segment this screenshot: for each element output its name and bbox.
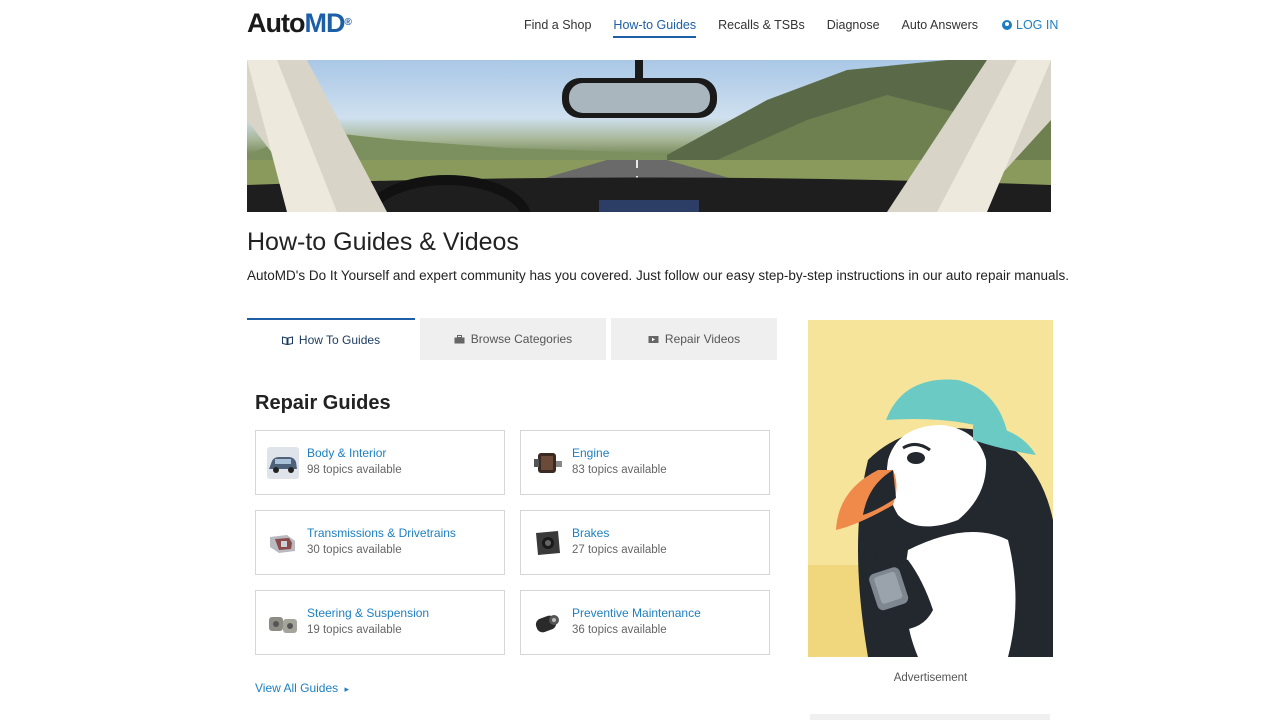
automd-logo[interactable]: AutoMD® bbox=[247, 8, 352, 38]
advertisement-banner[interactable] bbox=[808, 320, 1053, 657]
repair-guides-title: Repair Guides bbox=[255, 392, 391, 414]
book-icon bbox=[281, 335, 293, 345]
transmission-icon bbox=[267, 527, 299, 559]
view-all-guides-link[interactable]: View All Guides ▸ bbox=[255, 681, 349, 695]
tab-repair-videos[interactable]: Repair Videos bbox=[611, 318, 777, 360]
site-header: AutoMD® Find a Shop How-to Guides Recall… bbox=[0, 0, 1280, 52]
filter-icon bbox=[532, 607, 564, 639]
nav-find-a-shop[interactable]: Find a Shop bbox=[524, 18, 591, 38]
car-body-icon bbox=[267, 447, 299, 479]
hero-banner-image bbox=[247, 60, 1051, 212]
guide-card-body-interior[interactable]: Body & Interior 98 topics available bbox=[255, 430, 505, 495]
main-nav: Find a Shop How-to Guides Recalls & TSBs… bbox=[524, 18, 1000, 38]
guide-card-engine[interactable]: Engine 83 topics available bbox=[520, 430, 770, 495]
video-icon bbox=[648, 335, 659, 343]
nav-recalls-tsbs[interactable]: Recalls & TSBs bbox=[718, 18, 805, 38]
page-title: How-to Guides & Videos bbox=[247, 228, 519, 256]
login-label: LOG IN bbox=[1016, 18, 1059, 32]
guide-card-brakes[interactable]: Brakes 27 topics available bbox=[520, 510, 770, 575]
windshield-road-illustration bbox=[247, 60, 1051, 212]
toolbox-icon bbox=[454, 334, 465, 343]
guide-tabs: How To Guides Browse Categories Repair V… bbox=[247, 318, 777, 360]
puffin-illustration bbox=[808, 320, 1053, 657]
login-button[interactable]: LOG IN bbox=[1002, 18, 1058, 32]
guide-card-transmissions[interactable]: Transmissions & Drivetrains 30 topics av… bbox=[255, 510, 505, 575]
tab-how-to-guides[interactable]: How To Guides bbox=[247, 318, 415, 360]
nav-auto-answers[interactable]: Auto Answers bbox=[902, 18, 978, 38]
user-circle-icon bbox=[1002, 20, 1012, 30]
advertisement-strip bbox=[810, 714, 1050, 720]
nav-how-to-guides[interactable]: How-to Guides bbox=[613, 18, 697, 38]
suspension-icon bbox=[267, 607, 299, 639]
arrow-right-icon: ▸ bbox=[344, 684, 350, 694]
guide-card-steering-suspension[interactable]: Steering & Suspension 19 topics availabl… bbox=[255, 590, 505, 655]
nav-diagnose[interactable]: Diagnose bbox=[827, 18, 880, 38]
guide-card-preventive-maintenance[interactable]: Preventive Maintenance 36 topics availab… bbox=[520, 590, 770, 655]
tab-browse-categories[interactable]: Browse Categories bbox=[420, 318, 606, 360]
engine-icon bbox=[532, 447, 564, 479]
brake-icon bbox=[532, 527, 564, 559]
advertisement-label: Advertisement bbox=[893, 672, 968, 684]
page-subtitle: AutoMD's Do It Yourself and expert commu… bbox=[247, 268, 1069, 283]
